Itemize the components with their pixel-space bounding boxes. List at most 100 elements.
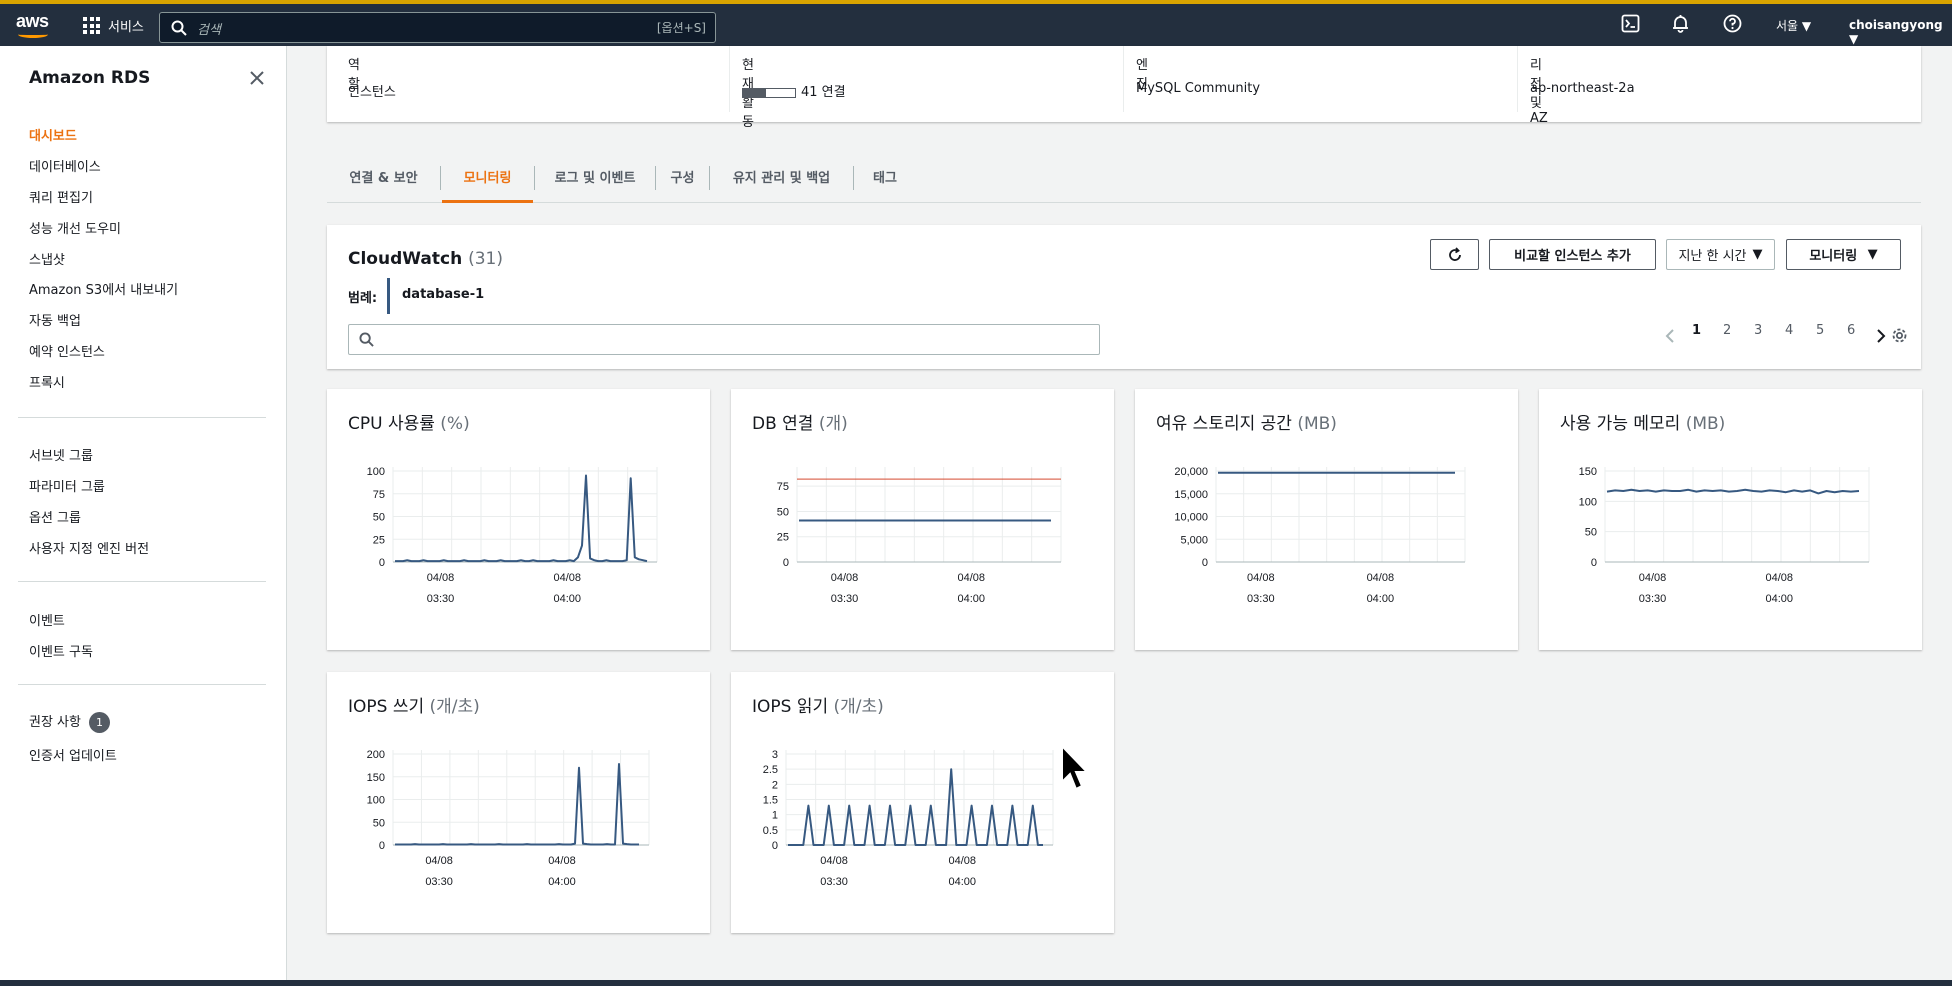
sidebar-item-event-subscriptions[interactable]: 이벤트 구독 [29, 641, 93, 660]
y-tick-label: 200 [367, 749, 385, 761]
aws-logo[interactable]: aws [16, 11, 52, 41]
chevron-left-icon[interactable] [1664, 328, 1676, 344]
sidebar-item-recommendations[interactable]: 권장 사항 1 [29, 711, 110, 733]
sidebar-item-reserved-instances[interactable]: 예약 인스턴스 [29, 341, 105, 360]
page-4[interactable]: 4 [1785, 323, 1793, 338]
legend-item[interactable]: database-1 [402, 287, 484, 302]
bell-icon[interactable] [1671, 14, 1690, 33]
legend-swatch [387, 278, 390, 314]
metric-search-input[interactable] [348, 324, 1100, 355]
y-tick-label: 100 [1579, 496, 1597, 508]
series-line [788, 768, 1043, 846]
tab-configuration[interactable]: 구성 [657, 154, 708, 203]
region-label: 서울 [1776, 19, 1799, 33]
activity-value: 41 연결 [801, 85, 846, 100]
chart-write-iops: 0 50 100 150 200 04/08 03:30 04/08 04:00 [367, 749, 650, 888]
chart-card-free-storage: 여유 스토리지 공간 (MB) 0 5,000 10,000 15,000 20,000… [1135, 389, 1518, 650]
legend-label: 범례: [348, 291, 378, 306]
x-tick-label: 04:00 [548, 876, 576, 888]
y-tick-label: 20,000 [1174, 466, 1208, 478]
grid-icon [83, 17, 100, 34]
sidebar-divider [18, 581, 266, 582]
sidebar-item-subnet-groups[interactable]: 서브넷 그룹 [29, 445, 93, 464]
cloudshell-icon[interactable] [1621, 14, 1640, 33]
refresh-button[interactable] [1430, 239, 1479, 270]
sidebar-item-option-groups[interactable]: 옵션 그룹 [29, 507, 81, 526]
chart-cpu-utilization: 0 25 50 75 100 04/08 03:30 04/08 04:00 [367, 466, 658, 605]
sidebar-item-parameter-groups[interactable]: 파라미터 그룹 [29, 476, 105, 495]
refresh-icon [1448, 246, 1461, 261]
y-tick-label: 75 [373, 489, 385, 501]
x-tick-label: 04/08 [948, 855, 976, 867]
x-tick-label: 04:00 [553, 593, 581, 605]
search-placeholder: 검색 [197, 23, 221, 38]
sidebar-item-custom-engine-versions[interactable]: 사용자 지정 엔진 버전 [29, 538, 149, 557]
add-compare-instance-button[interactable]: 비교할 인스턴스 추가 [1489, 239, 1656, 270]
caret-down-icon: ▼ [1752, 247, 1763, 262]
tab-monitoring[interactable]: 모니터링 [442, 154, 533, 203]
tab-maintenance-backups[interactable]: 유지 관리 및 백업 [711, 154, 852, 203]
sidebar-divider [18, 417, 266, 418]
gear-icon[interactable] [1891, 327, 1908, 344]
services-menu-button[interactable]: 서비스 [83, 16, 144, 35]
chevron-right-icon[interactable] [1875, 328, 1887, 344]
detail-tabs: 연결 & 보안 모니터링 로그 및 이벤트 구성 유지 관리 및 백업 태그 [327, 154, 1921, 203]
sidebar-item-automated-backups[interactable]: 자동 백업 [29, 310, 81, 329]
tab-tags[interactable]: 태그 [855, 154, 915, 203]
page-5[interactable]: 5 [1816, 323, 1824, 338]
x-tick-label: 04/08 [831, 572, 859, 584]
bottom-bar [0, 980, 1952, 986]
sidebar-item-s3-exports[interactable]: Amazon S3에서 내보내기 [29, 279, 178, 298]
time-range-select[interactable]: 지난 한 시간 ▼ [1666, 239, 1775, 270]
x-tick-label: 04:00 [1765, 593, 1793, 605]
x-tick-label: 03:30 [425, 876, 453, 888]
tab-logs-events[interactable]: 로그 및 이벤트 [536, 154, 654, 203]
cloudwatch-title: CloudWatch (31) [348, 249, 503, 269]
caret-down-icon: ▼ [1849, 32, 1859, 46]
x-tick-label: 03:30 [820, 876, 848, 888]
sidebar-item-proxies[interactable]: 프록시 [29, 372, 65, 391]
region-selector[interactable]: 서울 ▼ [1776, 17, 1811, 34]
sidebar-item-certificate-update[interactable]: 인증서 업데이트 [29, 745, 117, 764]
sidebar-item-databases[interactable]: 데이터베이스 [29, 156, 101, 175]
page-2[interactable]: 2 [1723, 323, 1731, 338]
page-6[interactable]: 6 [1847, 323, 1855, 338]
chart-card-freeable-memory: 사용 가능 메모리 (MB) 0 50 100 150 04/08 03:30 04/08 0… [1539, 389, 1922, 650]
help-icon[interactable] [1723, 14, 1742, 33]
summary-value-wrap: 41 연결 [742, 81, 846, 100]
chart-freeable-memory: 0 50 100 150 04/08 03:30 04/08 04:00 [1579, 466, 1870, 605]
x-tick-label: 04:00 [948, 876, 976, 888]
x-tick-label: 03:30 [427, 593, 455, 605]
page-1[interactable]: 1 [1692, 323, 1701, 338]
y-tick-label: 1.5 [763, 795, 778, 807]
aws-smile-icon [18, 31, 48, 38]
tab-connectivity-security[interactable]: 연결 & 보안 [327, 154, 440, 203]
chart-card-cpu: CPU 사용률 (%) 0 25 50 75 100 04/08 03:30 04/08 04:… [327, 389, 710, 650]
notification-badge: 1 [88, 712, 110, 733]
page-3[interactable]: 3 [1754, 323, 1762, 338]
user-menu[interactable]: choisangyong ▼ [1849, 18, 1952, 46]
y-tick-label: 50 [777, 506, 789, 518]
sidebar-item-events[interactable]: 이벤트 [29, 610, 65, 629]
time-range-value: 지난 한 시간 [1678, 249, 1747, 264]
x-tick-label: 04/08 [427, 572, 455, 584]
close-icon[interactable] [248, 69, 266, 87]
y-tick-label: 150 [367, 772, 385, 784]
x-tick-label: 04/08 [425, 855, 453, 867]
y-tick-label: 75 [777, 481, 789, 493]
sidebar-item-performance-insights[interactable]: 성능 개선 도우미 [29, 218, 121, 237]
sidebar: Amazon RDS 대시보드 데이터베이스 쿼리 편집기 성능 개선 도우미 … [0, 46, 287, 980]
sidebar-item-dashboard[interactable]: 대시보드 [29, 125, 77, 144]
activity-bar [742, 87, 796, 98]
tab-divider [709, 166, 710, 190]
sidebar-item-snapshots[interactable]: 스냅샷 [29, 249, 65, 268]
x-tick-label: 04/08 [1247, 572, 1275, 584]
chart-db-connections: 0 25 50 75 04/08 03:30 04/08 04:00 [777, 467, 1062, 605]
sidebar-item-query-editor[interactable]: 쿼리 편집기 [29, 187, 93, 206]
summary-panel: 역할 인스턴스 현재 활동 41 연결 엔진 MySQL Community 리… [327, 46, 1921, 130]
global-search-input[interactable]: 검색 [옵션+S] [159, 12, 716, 43]
y-tick-label: 2 [772, 779, 778, 791]
x-tick-label: 04/08 [820, 855, 848, 867]
monitoring-dropdown-button[interactable]: 모니터링 ▼ [1786, 239, 1901, 270]
x-tick-label: 03:30 [1639, 593, 1667, 605]
